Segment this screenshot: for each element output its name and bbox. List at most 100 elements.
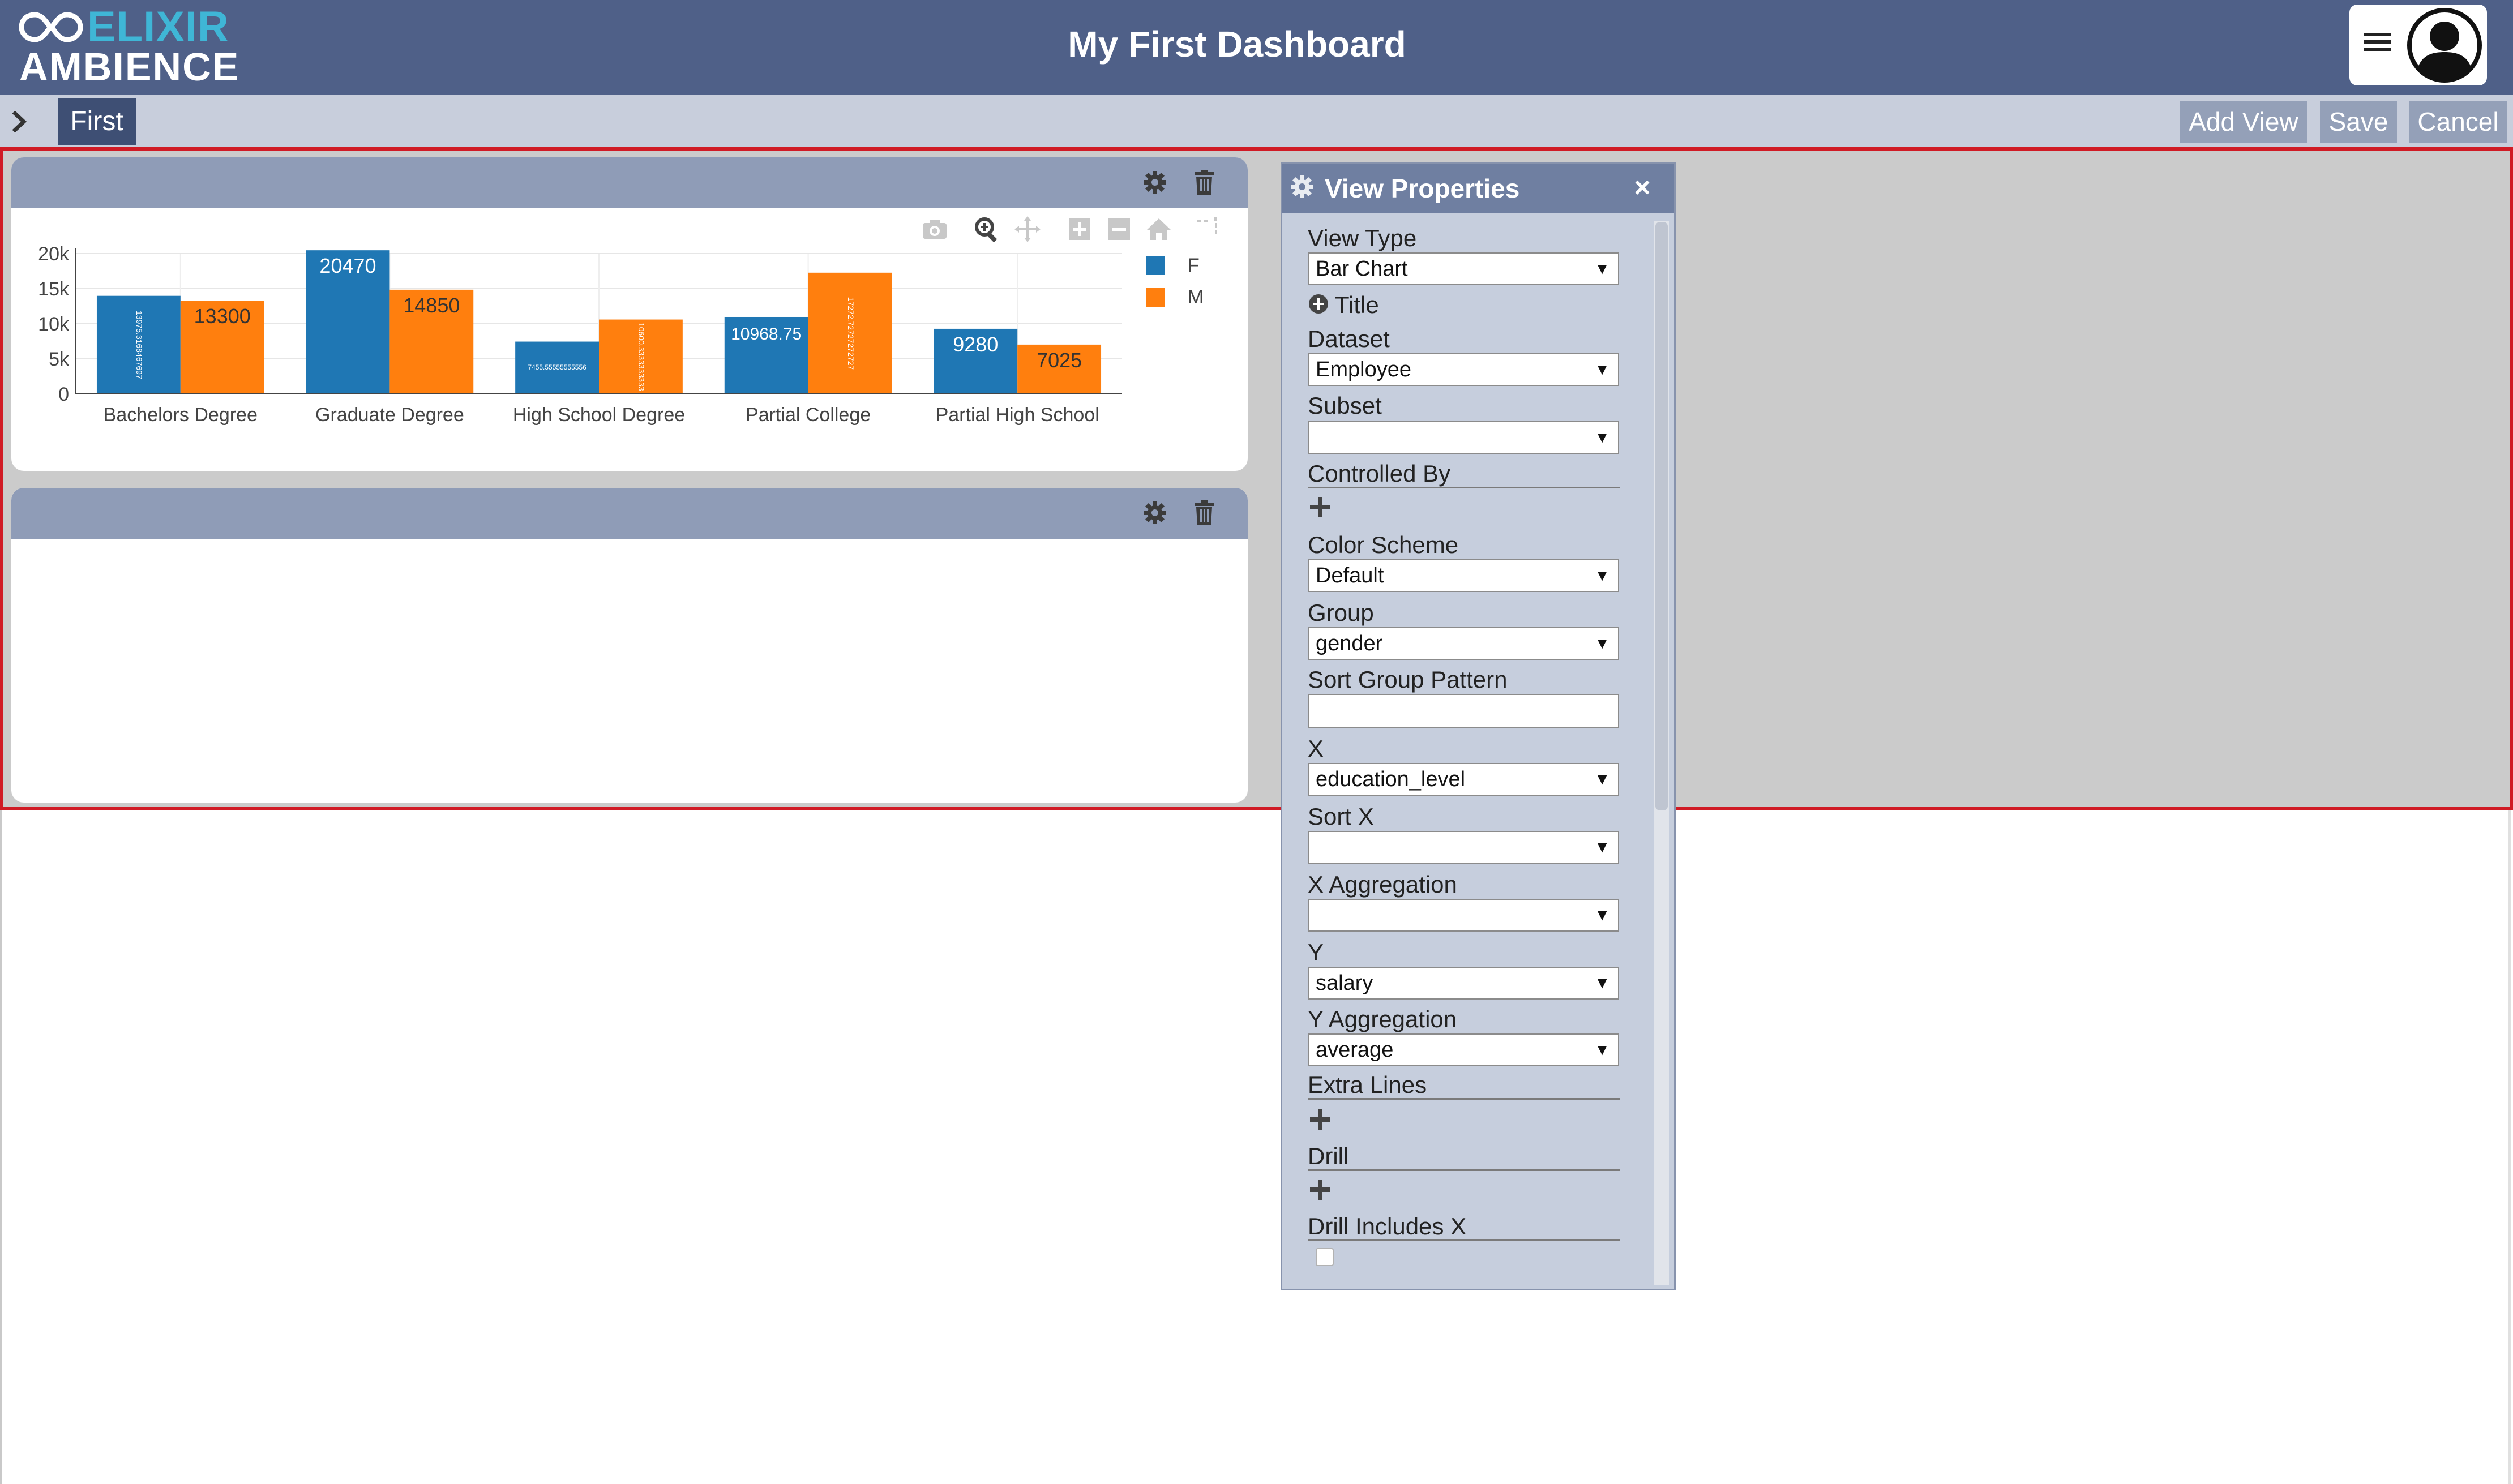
add-view-button[interactable]: Add View xyxy=(2180,101,2307,143)
color-scheme-label: Color Scheme xyxy=(1308,531,1459,558)
sort-group-pattern-label: Sort Group Pattern xyxy=(1308,666,1508,693)
infinity-logo-icon xyxy=(19,12,83,42)
dropdown-arrow-icon: ▼ xyxy=(1594,974,1610,992)
tab-bar xyxy=(0,95,2513,147)
view-type-select[interactable]: Bar Chart ▼ xyxy=(1308,252,1619,285)
gear-icon[interactable] xyxy=(1142,500,1167,525)
plus-icon[interactable] xyxy=(1309,1108,1332,1131)
title-label[interactable]: Title xyxy=(1335,291,1379,319)
y-aggregation-select[interactable]: average ▼ xyxy=(1308,1033,1619,1066)
bar-chart: 13975.3168467697 13300 20470 14850 7455.5555… xyxy=(38,243,1204,426)
drill-includes-x-checkbox[interactable] xyxy=(1316,1248,1334,1266)
view-type-label: View Type xyxy=(1308,225,1417,251)
y-aggregation-value: average xyxy=(1316,1038,1394,1062)
subset-select[interactable]: ▼ xyxy=(1308,421,1619,454)
panel-header[interactable] xyxy=(11,157,1248,208)
view-type-value: Bar Chart xyxy=(1316,257,1408,281)
y-tick-label: 0 xyxy=(58,384,69,405)
legend-swatch[interactable] xyxy=(1146,288,1165,307)
close-icon[interactable]: × xyxy=(1630,173,1654,201)
bar-data-label: 7455.55555555556 xyxy=(528,363,586,371)
bar-data-label: 20470 xyxy=(319,254,376,277)
bar-data-label: 10600.3333333333 xyxy=(637,323,646,391)
app-logo[interactable]: ELIXIR AMBIENCE xyxy=(19,3,238,88)
dataset-select[interactable]: Employee ▼ xyxy=(1308,353,1619,386)
x-aggregation-select[interactable]: ▼ xyxy=(1308,899,1619,932)
divider xyxy=(1308,487,1620,488)
bar-data-label: 10968.75 xyxy=(731,325,802,344)
dropdown-arrow-icon: ▼ xyxy=(1594,260,1610,277)
bar-data-label: 13300 xyxy=(194,304,251,328)
legend-label[interactable]: F xyxy=(1188,255,1200,276)
dataset-value: Employee xyxy=(1316,358,1411,381)
page-edge xyxy=(0,810,2,1484)
divider xyxy=(1308,1169,1620,1171)
scrollbar-thumb[interactable] xyxy=(1655,222,1668,810)
view-properties-title: View Properties xyxy=(1325,174,1520,203)
dropdown-arrow-icon: ▼ xyxy=(1594,770,1610,788)
color-scheme-value: Default xyxy=(1316,564,1384,587)
sort-x-label: Sort X xyxy=(1308,803,1374,830)
page-edge xyxy=(2508,810,2511,1484)
logo-text-top: ELIXIR xyxy=(87,3,229,51)
sort-group-pattern-input[interactable] xyxy=(1308,694,1619,728)
x-label: X xyxy=(1308,735,1324,762)
dropdown-arrow-icon: ▼ xyxy=(1594,567,1610,584)
divider xyxy=(1308,1239,1620,1241)
x-value: education_level xyxy=(1316,767,1466,791)
y-select[interactable]: salary ▼ xyxy=(1308,967,1619,1000)
logo-text-bottom: AMBIENCE xyxy=(19,45,240,89)
y-tick-label: 5k xyxy=(49,349,70,370)
bar-data-label: 7025 xyxy=(1037,349,1082,372)
y-value: salary xyxy=(1316,971,1373,995)
bar-data-label: 14850 xyxy=(403,294,460,317)
drill-includes-x-label: Drill Includes X xyxy=(1308,1213,1467,1239)
add-circle-icon[interactable] xyxy=(1308,293,1329,315)
extra-lines-label: Extra Lines xyxy=(1308,1071,1427,1098)
bar-data-label: 17272.72727272727 xyxy=(846,297,855,370)
legend-swatch[interactable] xyxy=(1146,256,1165,275)
panel-header[interactable] xyxy=(11,488,1248,539)
x-tick-label: Graduate Degree xyxy=(315,404,464,426)
x-tick-label: Partial High School xyxy=(936,404,1099,426)
page-title: My First Dashboard xyxy=(1068,24,1406,65)
bar-data-label: 9280 xyxy=(953,333,998,356)
chevron-right-icon[interactable] xyxy=(8,108,31,136)
save-button[interactable]: Save xyxy=(2320,101,2397,143)
group-select[interactable]: gender ▼ xyxy=(1308,627,1619,660)
controlled-by-label: Controlled By xyxy=(1308,460,1451,487)
y-aggregation-label: Y Aggregation xyxy=(1308,1006,1457,1032)
drill-label: Drill xyxy=(1308,1143,1349,1169)
y-tick-label: 15k xyxy=(38,278,70,300)
dropdown-arrow-icon: ▼ xyxy=(1594,838,1610,856)
y-tick-label: 20k xyxy=(38,243,70,265)
dropdown-arrow-icon: ▼ xyxy=(1594,634,1610,652)
hamburger-menu-icon[interactable] xyxy=(2361,25,2395,59)
dropdown-arrow-icon: ▼ xyxy=(1594,361,1610,378)
group-label: Group xyxy=(1308,599,1374,626)
legend-label[interactable]: M xyxy=(1188,286,1204,308)
dataset-label: Dataset xyxy=(1308,325,1390,352)
plus-icon[interactable] xyxy=(1309,1178,1332,1201)
y-label: Y xyxy=(1308,939,1324,966)
gear-icon xyxy=(1291,175,1313,198)
y-tick-label: 10k xyxy=(38,314,70,335)
plus-icon[interactable] xyxy=(1309,496,1332,518)
dropdown-arrow-icon: ▼ xyxy=(1594,428,1610,446)
bar-data-label: 13975.3168467697 xyxy=(135,311,144,379)
tab-first[interactable]: First xyxy=(58,98,136,145)
trash-icon[interactable] xyxy=(1193,170,1215,195)
sort-x-select[interactable]: ▼ xyxy=(1308,831,1619,864)
x-aggregation-label: X Aggregation xyxy=(1308,871,1457,898)
cancel-button[interactable]: Cancel xyxy=(2409,101,2507,143)
divider xyxy=(1308,1098,1620,1100)
dropdown-arrow-icon: ▼ xyxy=(1594,1041,1610,1058)
gear-icon[interactable] xyxy=(1142,170,1167,195)
x-select[interactable]: education_level ▼ xyxy=(1308,763,1619,796)
x-tick-label: Partial College xyxy=(746,404,871,426)
group-value: gender xyxy=(1316,632,1383,655)
color-scheme-select[interactable]: Default ▼ xyxy=(1308,559,1619,592)
empty-view-panel[interactable] xyxy=(11,488,1248,803)
trash-icon[interactable] xyxy=(1193,500,1215,525)
user-avatar-icon[interactable] xyxy=(2405,7,2484,84)
